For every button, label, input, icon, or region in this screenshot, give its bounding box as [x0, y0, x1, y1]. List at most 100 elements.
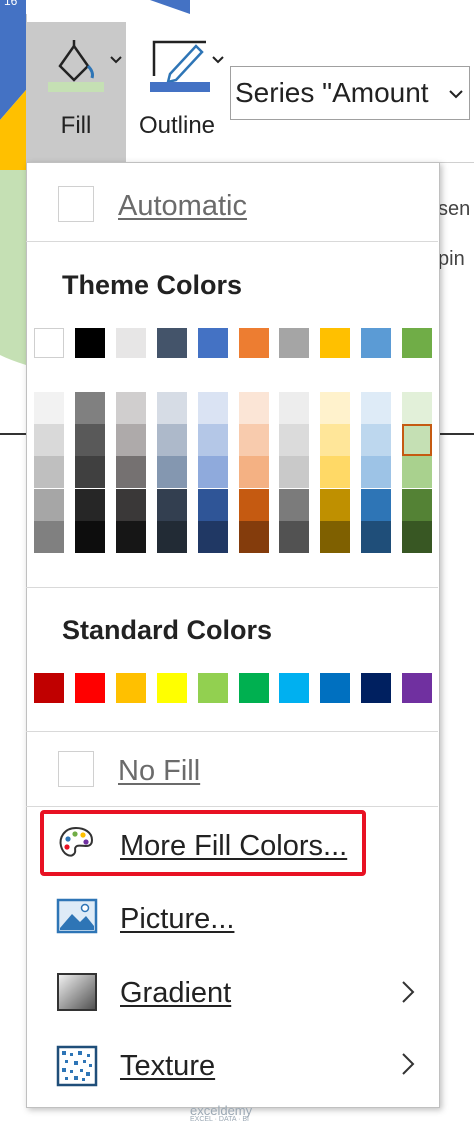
theme-shade-swatch[interactable] — [361, 392, 392, 424]
theme-shade-swatch[interactable] — [279, 424, 310, 457]
standard-color-swatch[interactable] — [156, 673, 187, 703]
theme-shade-swatch[interactable] — [156, 520, 187, 553]
theme-color-swatch[interactable] — [156, 328, 187, 358]
theme-shade-swatch[interactable] — [320, 456, 351, 489]
theme-shade-swatch[interactable] — [197, 488, 228, 521]
theme-shade-swatch[interactable] — [115, 424, 146, 457]
theme-shade-swatch[interactable] — [197, 424, 228, 457]
theme-shade-swatch[interactable] — [279, 456, 310, 489]
gradient-icon — [57, 973, 97, 1011]
theme-shade-swatch[interactable] — [238, 424, 269, 457]
theme-shade-swatch[interactable] — [74, 456, 105, 489]
theme-shade-swatch[interactable] — [34, 424, 64, 457]
theme-shade-swatch[interactable] — [34, 392, 64, 424]
automatic-swatch[interactable] — [58, 186, 94, 222]
picture-icon — [56, 898, 98, 934]
palette-icon — [59, 826, 94, 857]
theme-shade-swatch[interactable] — [156, 488, 187, 521]
theme-shade-swatch[interactable] — [320, 424, 351, 457]
fill-label: Fill — [60, 112, 92, 139]
no-fill-option[interactable]: No Fill — [118, 755, 200, 788]
standard-color-swatch[interactable] — [34, 673, 64, 703]
theme-shade-swatch[interactable] — [361, 424, 392, 457]
theme-shade-swatch[interactable] — [402, 488, 433, 521]
theme-shade-swatch[interactable] — [34, 488, 64, 521]
theme-shade-swatch[interactable] — [74, 488, 105, 521]
outline-dropdown-arrow-icon[interactable] — [210, 52, 226, 68]
theme-shade-swatch[interactable] — [34, 520, 64, 553]
theme-shade-swatch[interactable] — [279, 488, 310, 521]
watermark-subtext: EXCEL · DATA · BI — [190, 1116, 249, 1123]
theme-shade-swatch[interactable] — [320, 488, 351, 521]
watermark: exceldemy EXCEL · DATA · BI — [190, 1103, 252, 1123]
theme-shade-swatch[interactable] — [115, 392, 146, 424]
background-text-bottom: pin — [438, 248, 465, 270]
automatic-option[interactable]: Automatic — [118, 190, 247, 223]
theme-color-swatch[interactable] — [74, 328, 105, 358]
separator — [26, 587, 438, 588]
theme-color-swatch[interactable] — [361, 328, 392, 358]
theme-shade-swatch[interactable] — [279, 392, 310, 424]
chevron-right-icon — [402, 1053, 415, 1075]
theme-color-swatch[interactable] — [402, 328, 433, 358]
theme-shade-swatch[interactable] — [156, 456, 187, 489]
theme-shade-swatch[interactable] — [402, 392, 433, 424]
top-left-number: 16 — [4, 0, 18, 8]
theme-shade-swatch[interactable] — [320, 520, 351, 553]
series-selector[interactable]: Series "Amount — [230, 66, 470, 120]
standard-color-swatch[interactable] — [402, 673, 433, 703]
theme-shade-swatch[interactable] — [74, 424, 105, 457]
no-fill-swatch[interactable] — [58, 751, 94, 787]
standard-color-swatch[interactable] — [320, 673, 351, 703]
theme-shade-swatch[interactable] — [156, 424, 187, 457]
theme-shade-swatch[interactable] — [238, 456, 269, 489]
theme-shade-swatch[interactable] — [34, 456, 64, 489]
standard-colors-heading: Standard Colors — [62, 615, 273, 645]
theme-shade-swatch[interactable] — [74, 392, 105, 424]
separator — [26, 241, 438, 242]
gradient-option[interactable]: Gradient — [120, 977, 231, 1010]
outline-label: Outline — [138, 112, 216, 139]
theme-shade-swatch[interactable] — [115, 520, 146, 553]
standard-color-swatch[interactable] — [74, 673, 105, 703]
theme-shade-swatch[interactable] — [74, 520, 105, 553]
theme-color-swatch[interactable] — [238, 328, 269, 358]
theme-shade-swatch[interactable] — [115, 488, 146, 521]
theme-color-swatch[interactable] — [320, 328, 351, 358]
theme-shade-swatch[interactable] — [320, 392, 351, 424]
fill-dropdown-arrow-icon[interactable] — [108, 52, 124, 68]
standard-color-swatch[interactable] — [197, 673, 228, 703]
standard-color-swatch[interactable] — [361, 673, 392, 703]
theme-color-swatch[interactable] — [197, 328, 228, 358]
theme-shade-swatch[interactable] — [115, 456, 146, 489]
paint-bucket-icon — [48, 40, 104, 92]
theme-colors-heading: Theme Colors — [62, 270, 243, 300]
theme-shade-swatch[interactable] — [156, 392, 187, 424]
theme-shade-swatch[interactable] — [197, 456, 228, 489]
theme-shade-swatch[interactable] — [238, 520, 269, 553]
theme-shade-swatch[interactable] — [361, 456, 392, 489]
chevron-down-icon — [449, 90, 463, 99]
theme-shade-swatch[interactable] — [238, 488, 269, 521]
theme-shade-swatch[interactable] — [361, 488, 392, 521]
standard-color-swatch[interactable] — [115, 673, 146, 703]
theme-color-swatch[interactable] — [34, 328, 64, 358]
theme-shade-swatch[interactable] — [402, 520, 433, 553]
theme-shade-swatch[interactable] — [238, 392, 269, 424]
theme-shade-swatch[interactable] — [279, 520, 310, 553]
theme-shade-swatch[interactable] — [197, 520, 228, 553]
separator — [26, 731, 438, 732]
texture-option[interactable]: Texture — [120, 1050, 215, 1083]
standard-color-swatch[interactable] — [279, 673, 310, 703]
picture-option[interactable]: Picture... — [120, 903, 234, 936]
theme-shade-swatch[interactable] — [402, 424, 433, 457]
theme-color-swatch[interactable] — [279, 328, 310, 358]
more-fill-colors-option[interactable]: More Fill Colors... — [120, 830, 347, 863]
theme-shade-swatch[interactable] — [402, 456, 433, 489]
theme-shade-swatch[interactable] — [361, 520, 392, 553]
separator — [26, 806, 438, 807]
theme-shade-swatch[interactable] — [197, 392, 228, 424]
theme-color-swatch[interactable] — [115, 328, 146, 358]
standard-color-swatch[interactable] — [238, 673, 269, 703]
outline-pen-icon[interactable] — [146, 36, 214, 96]
